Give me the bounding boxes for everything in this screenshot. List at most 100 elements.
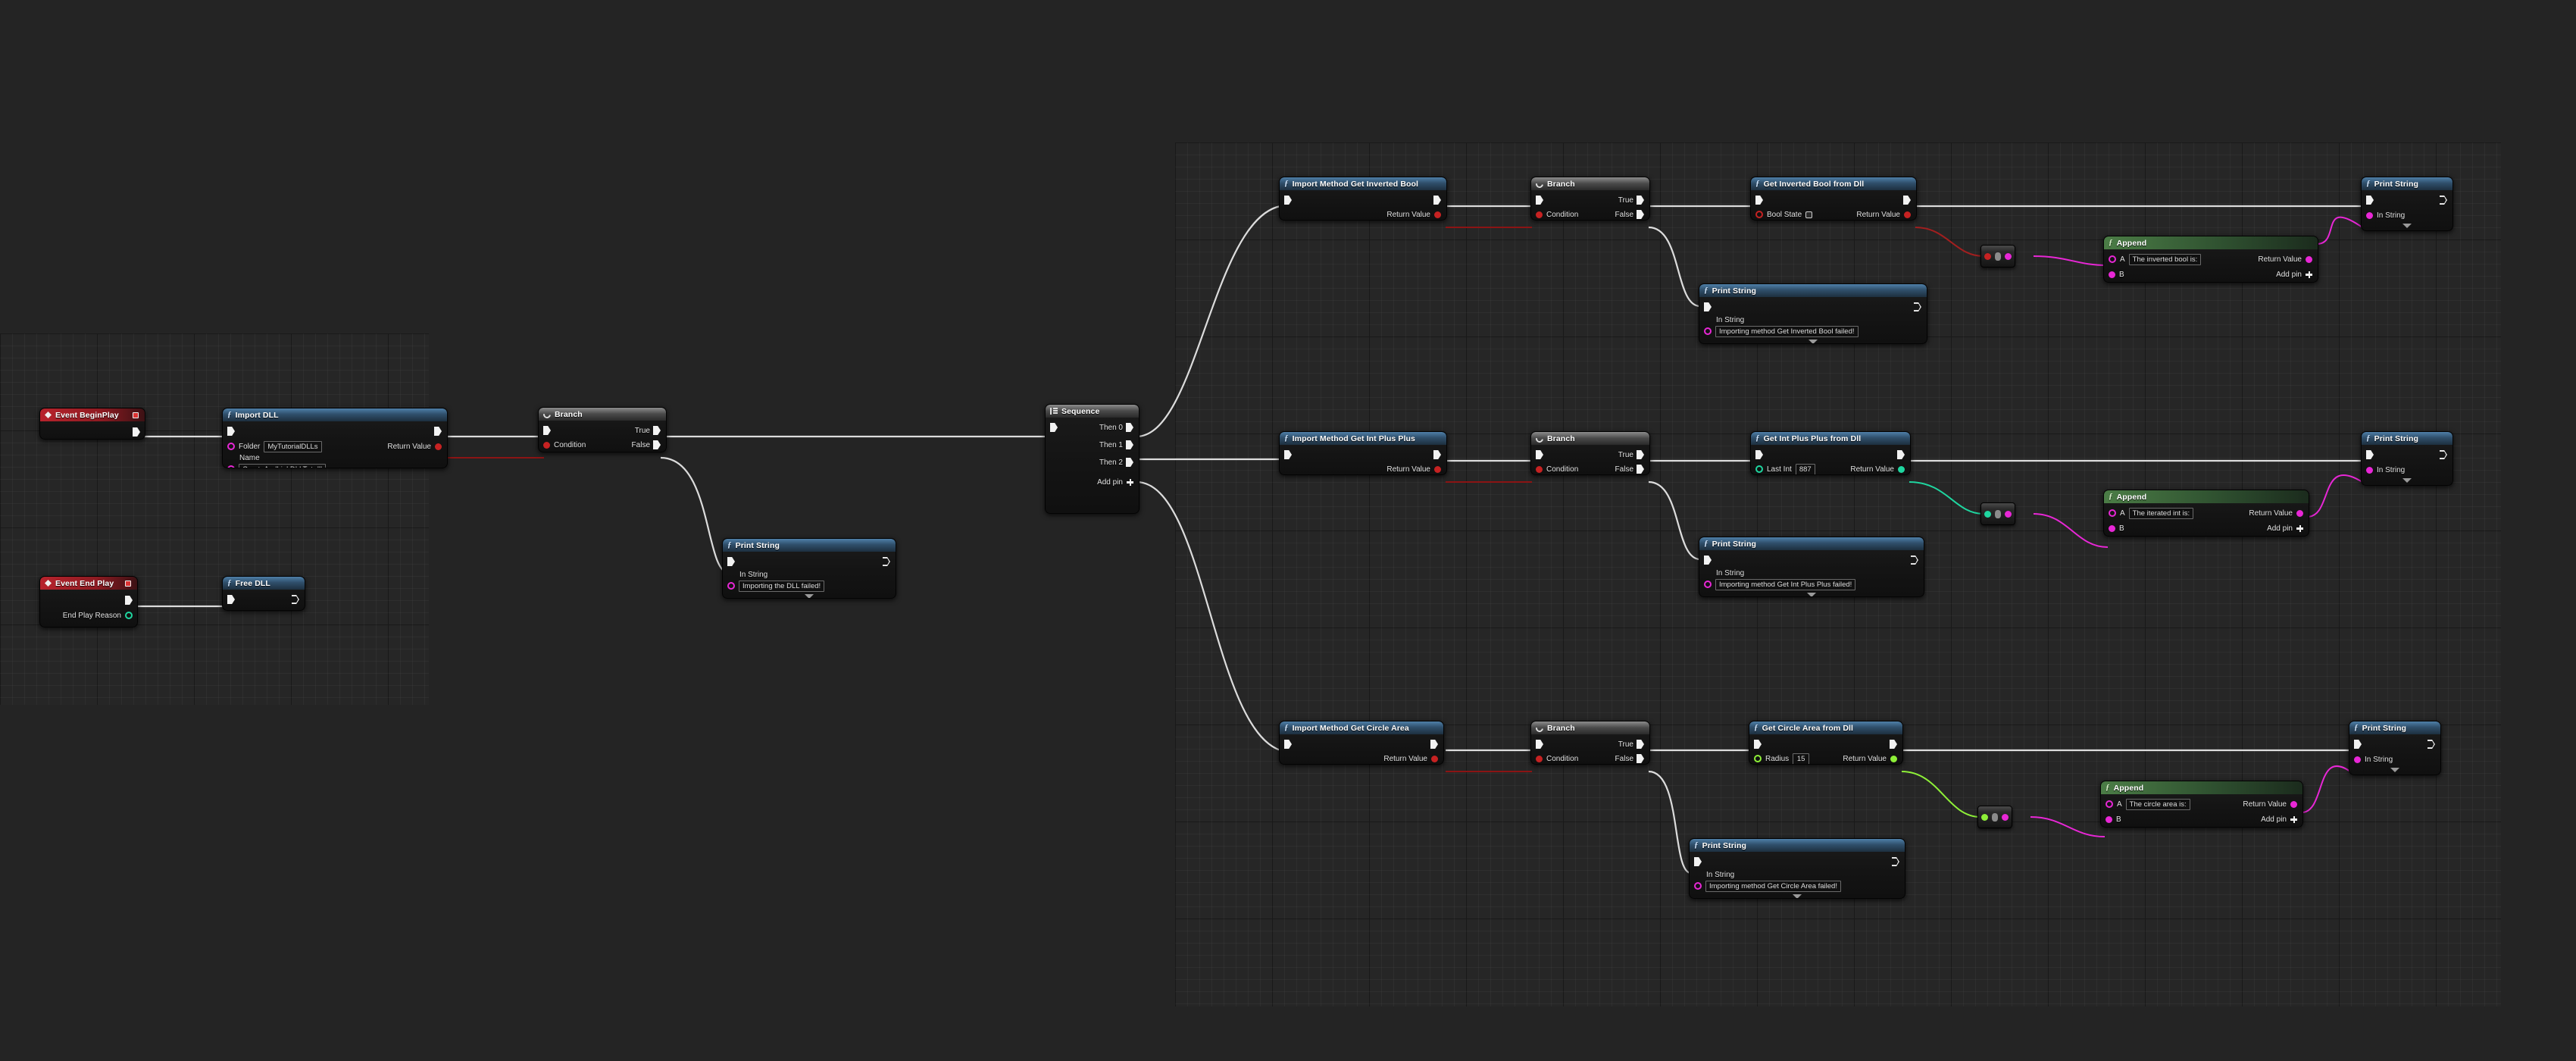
exec-in-pin[interactable] xyxy=(227,595,235,604)
a-input[interactable]: The circle area is: xyxy=(2125,798,2190,810)
exec-in-pin[interactable] xyxy=(2366,196,2374,205)
condition-pin[interactable] xyxy=(1536,465,1543,473)
exec-out-pin[interactable] xyxy=(292,595,299,604)
node-convert-bool-to-string[interactable] xyxy=(1980,245,2015,268)
true-exec-pin[interactable] xyxy=(1637,450,1644,459)
node-print-string-circle-area[interactable]: ƒ Print String In String xyxy=(2349,721,2441,775)
in-string-pin[interactable] xyxy=(2366,466,2373,474)
blueprint-graph-canvas[interactable]: Event BeginPlay ƒ Import DLL Folder MyTu… xyxy=(0,0,2576,1061)
node-import-method-get-int-plus-plus[interactable]: ƒ Import Method Get Int Plus Plus Return… xyxy=(1279,431,1447,475)
node-branch-circle-area[interactable]: Branch True Condition False xyxy=(1530,721,1650,765)
exec-out-pin[interactable] xyxy=(1914,302,1921,311)
expand-caret-icon[interactable] xyxy=(2390,768,2399,772)
exec-in-pin[interactable] xyxy=(1754,740,1762,749)
last-int-pin[interactable] xyxy=(1755,465,1763,473)
add-pin-icon[interactable] xyxy=(2296,524,2303,532)
false-exec-pin[interactable] xyxy=(1637,465,1644,474)
true-exec-pin[interactable] xyxy=(653,426,661,435)
expand-caret-icon[interactable] xyxy=(2402,478,2412,483)
exec-in-pin[interactable] xyxy=(1704,302,1712,311)
return-value-pin[interactable] xyxy=(1904,211,1911,218)
then-1-pin[interactable] xyxy=(1126,440,1133,449)
convert-in-pin[interactable] xyxy=(1984,252,1991,260)
node-branch-int-plus-plus[interactable]: Branch True Condition False xyxy=(1530,431,1650,475)
return-value-pin[interactable] xyxy=(435,443,442,450)
false-exec-pin[interactable] xyxy=(1637,210,1644,219)
in-string-pin[interactable] xyxy=(1694,882,1702,890)
true-exec-pin[interactable] xyxy=(1637,196,1644,205)
return-value-pin[interactable] xyxy=(1898,465,1905,473)
node-get-circle-area-from-dll[interactable]: ƒ Get Circle Area from Dll Radius 15 Ret… xyxy=(1749,721,1903,765)
in-string-pin[interactable] xyxy=(2366,211,2373,219)
exec-out-pin[interactable] xyxy=(2440,450,2447,459)
node-print-string-int-plus-plus-failed[interactable]: ƒ Print String In String Importing metho… xyxy=(1699,537,1924,597)
node-get-inverted-bool-from-dll[interactable]: ƒ Get Inverted Bool from Dll Bool State … xyxy=(1750,177,1917,221)
radius-input[interactable]: 15 xyxy=(1793,753,1810,764)
exec-out-pin[interactable] xyxy=(1890,740,1897,749)
exec-out-pin[interactable] xyxy=(1911,556,1918,565)
node-event-end-play[interactable]: Event End Play End Play Reason xyxy=(39,576,138,628)
node-append-inverted-bool[interactable]: ƒ Append A The inverted bool is: Return … xyxy=(2103,236,2318,283)
b-pin[interactable] xyxy=(2109,524,2115,532)
return-value-pin[interactable] xyxy=(1434,211,1441,218)
folder-input[interactable]: MyTutorialDLLs xyxy=(264,440,322,452)
node-append-int[interactable]: ƒ Append A The iterated int is: Return V… xyxy=(2103,490,2309,537)
in-string-input[interactable]: Importing method Get Circle Area failed! xyxy=(1705,880,1841,892)
radius-pin[interactable] xyxy=(1754,755,1762,762)
convert-in-pin[interactable] xyxy=(1984,510,1991,518)
node-convert-int-to-string[interactable] xyxy=(1980,502,2015,525)
in-string-pin[interactable] xyxy=(727,582,735,590)
exec-out-pin[interactable] xyxy=(125,596,133,605)
a-input[interactable]: The inverted bool is: xyxy=(2128,253,2202,265)
return-value-pin[interactable] xyxy=(1890,755,1897,762)
exec-out-pin[interactable] xyxy=(434,427,442,436)
a-input[interactable]: The iterated int is: xyxy=(2128,507,2194,519)
a-pin[interactable] xyxy=(2106,800,2113,808)
then-2-pin[interactable] xyxy=(1126,458,1133,467)
exec-out-pin[interactable] xyxy=(883,557,890,566)
name-pin[interactable] xyxy=(227,465,235,468)
expand-caret-icon[interactable] xyxy=(2402,224,2412,228)
node-import-method-get-inverted-bool[interactable]: ƒ Import Method Get Inverted Bool Return… xyxy=(1279,177,1447,221)
exec-out-pin[interactable] xyxy=(1433,196,1441,205)
exec-in-pin[interactable] xyxy=(1704,556,1712,565)
last-int-input[interactable]: 887 xyxy=(1795,463,1815,474)
b-pin[interactable] xyxy=(2109,271,2115,278)
add-pin-icon[interactable] xyxy=(2306,271,2312,278)
exec-out-pin[interactable] xyxy=(1892,857,1899,866)
condition-pin[interactable] xyxy=(1536,755,1543,762)
in-string-pin[interactable] xyxy=(2354,756,2361,763)
false-exec-pin[interactable] xyxy=(653,440,661,449)
node-event-begin-play[interactable]: Event BeginPlay xyxy=(39,408,145,440)
b-pin[interactable] xyxy=(2106,815,2112,823)
exec-in-pin[interactable] xyxy=(1284,740,1292,749)
exec-in-pin[interactable] xyxy=(727,557,735,566)
return-value-pin[interactable] xyxy=(2290,800,2297,808)
node-print-string-dll-failed[interactable]: ƒ Print String In String Importing the D… xyxy=(722,538,896,599)
end-play-reason-pin[interactable] xyxy=(125,612,133,619)
return-value-pin[interactable] xyxy=(1431,755,1438,762)
add-pin-icon[interactable] xyxy=(2290,815,2297,823)
exec-in-pin[interactable] xyxy=(2366,450,2374,459)
bool-state-pin[interactable] xyxy=(1755,211,1763,218)
exec-out-pin[interactable] xyxy=(1433,450,1441,459)
exec-in-pin[interactable] xyxy=(543,426,551,435)
exec-out-pin[interactable] xyxy=(1430,740,1438,749)
node-sequence[interactable]: Sequence Then 0 Then 1 Then 2 Add pin xyxy=(1045,404,1140,514)
exec-out-pin[interactable] xyxy=(133,427,140,437)
expand-caret-icon[interactable] xyxy=(1806,593,1816,596)
exec-in-pin[interactable] xyxy=(1536,450,1543,459)
node-import-method-get-circle-area[interactable]: ƒ Import Method Get Circle Area Return V… xyxy=(1279,721,1444,765)
in-string-pin[interactable] xyxy=(1704,581,1712,588)
then-0-pin[interactable] xyxy=(1126,423,1133,432)
bool-state-checkbox[interactable] xyxy=(1805,211,1813,218)
exec-in-pin[interactable] xyxy=(227,427,235,436)
exec-out-pin[interactable] xyxy=(1897,450,1905,459)
condition-pin[interactable] xyxy=(543,441,550,449)
exec-in-pin[interactable] xyxy=(2354,740,2362,749)
in-string-input[interactable]: Importing method Get Inverted Bool faile… xyxy=(1715,325,1859,337)
node-append-circle-area[interactable]: ƒ Append A The circle area is: Return Va… xyxy=(2100,781,2303,828)
convert-out-pin[interactable] xyxy=(2002,813,2009,821)
true-exec-pin[interactable] xyxy=(1637,740,1644,749)
exec-in-pin[interactable] xyxy=(1050,423,1058,432)
